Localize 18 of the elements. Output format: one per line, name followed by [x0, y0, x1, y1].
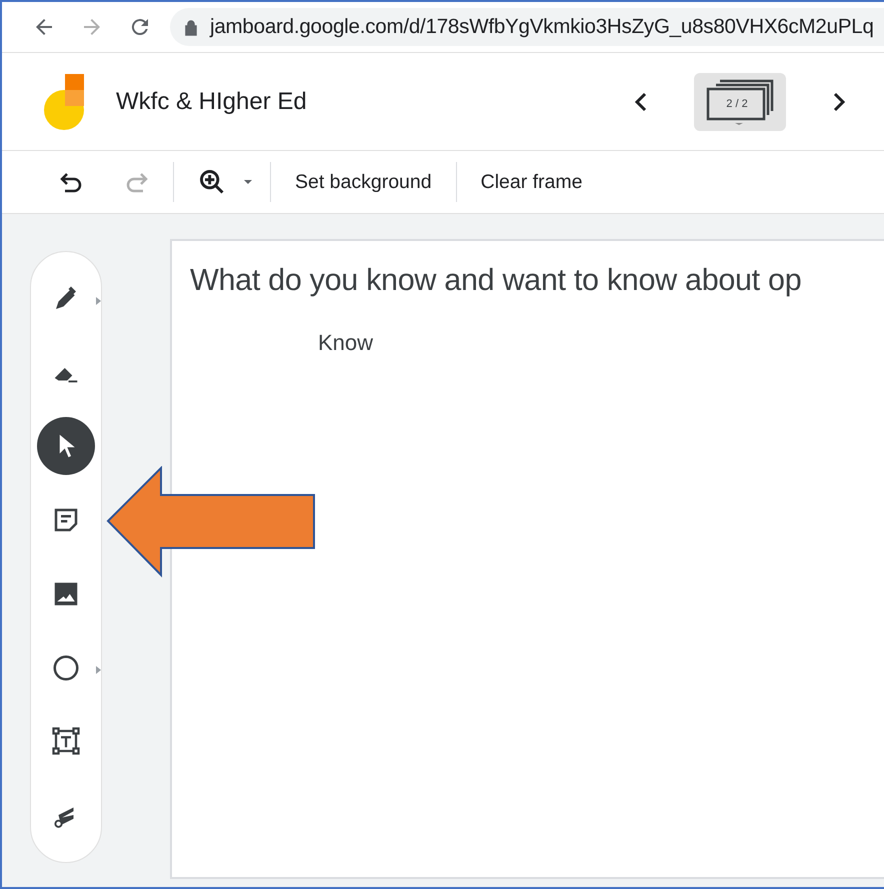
frame-label: Know [318, 330, 374, 356]
frame-bar-button[interactable]: 2 / 2 [694, 72, 786, 130]
circle-icon [51, 652, 81, 683]
chevron-left-icon [634, 90, 648, 112]
board-title: Wkfc & HIgher Ed [116, 88, 307, 116]
caret-icon[interactable] [96, 296, 102, 306]
toolbar-button[interactable]: Clear frame [468, 160, 594, 204]
caret-icon[interactable] [96, 664, 102, 675]
frame-counter: 2 / 2 [726, 98, 748, 110]
caret-icon [243, 179, 253, 185]
address-bar[interactable]: jamboard.google.com/d/178sWfbYgVkmkio3HsZyG_u8s80VHX6cM2uPLq [170, 8, 884, 46]
text-box-icon [51, 726, 81, 756]
url-text: jamboard.google.com/d/178sWfbYgVkmkio3HsZyG_u8s80VHX6cM2uPLq [210, 15, 874, 39]
lock-icon [184, 18, 198, 36]
toolbar-button[interactable]: Set background [283, 160, 444, 204]
chevron-right-icon [832, 90, 846, 112]
zoom-in-icon [198, 168, 226, 196]
frame-heading: What do you know and want to know about op [190, 263, 802, 298]
